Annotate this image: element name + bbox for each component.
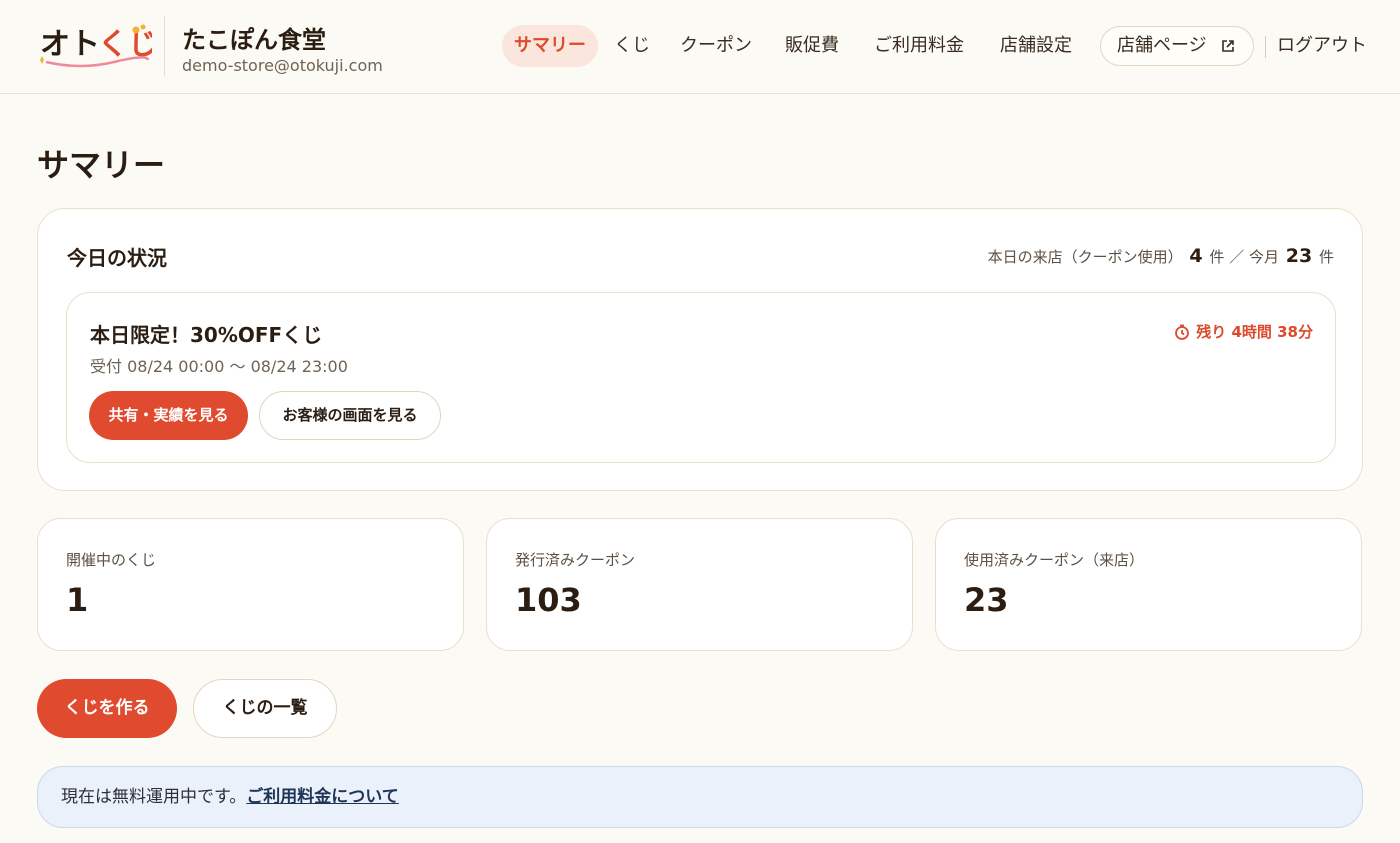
stat-label: 発行済みクーポン: [515, 551, 636, 569]
free-plan-notice: 現在は無料運用中です。ご利用料金について: [37, 766, 1363, 828]
nav-kuji[interactable]: くじ: [610, 25, 654, 67]
otokuji-logo[interactable]: オト くじ: [36, 20, 158, 72]
stat-value: 23: [964, 581, 1009, 619]
nav-summary[interactable]: サマリー: [502, 25, 598, 67]
share-results-button[interactable]: 共有・実績を見る: [89, 391, 248, 440]
today-status-card: 今日の状況 本日の来店（クーポン使用） 4 件 ／ 今月 23 件 本日限定！3…: [37, 208, 1363, 491]
notice-text: 現在は無料運用中です。: [61, 787, 247, 807]
nav-coupon[interactable]: クーポン: [670, 25, 762, 67]
nav-store-page-label: 店舗ページ: [1117, 35, 1207, 56]
lottery-name: 本日限定！30%OFFくじ: [90, 323, 323, 347]
create-lottery-button[interactable]: くじを作る: [37, 679, 177, 738]
today-count-unit: 件: [1209, 248, 1225, 266]
stat-card-active-lottery: 開催中のくじ 1: [37, 518, 464, 651]
lottery-period: 受付 08/24 00:00 〜 08/24 23:00: [90, 357, 348, 376]
external-link-icon: [1222, 40, 1234, 52]
stat-value: 1: [66, 581, 89, 619]
nav-separator: [1265, 36, 1266, 58]
clock-icon: [1175, 324, 1190, 340]
app-header: オト くじ たこぽん食堂 demo-store@otokuji.com サマリー…: [0, 0, 1400, 94]
month-visit-count: 23: [1285, 245, 1313, 267]
time-remaining-text: 残り 4時間 38分: [1196, 323, 1313, 341]
today-visit-stats: 本日の来店（クーポン使用） 4 件 ／ 今月 23 件: [988, 245, 1334, 267]
month-separator: ／ 今月: [1229, 248, 1279, 266]
fees-info-link[interactable]: ご利用料金について: [246, 787, 399, 807]
header-divider: [164, 16, 165, 76]
customer-view-button[interactable]: お客様の画面を見る: [259, 391, 441, 440]
store-email: demo-store@otokuji.com: [182, 56, 383, 75]
today-title: 今日の状況: [67, 246, 167, 270]
store-name: たこぽん食堂: [182, 26, 326, 54]
stat-label: 開催中のくじ: [66, 551, 157, 569]
lottery-list-button[interactable]: くじの一覧: [193, 679, 337, 738]
nav-logout[interactable]: ログアウト: [1276, 25, 1368, 67]
active-lottery-card: 本日限定！30%OFFくじ 受付 08/24 00:00 〜 08/24 23:…: [66, 292, 1336, 463]
today-stats-prefix: 本日の来店（クーポン使用）: [987, 248, 1183, 266]
stat-value: 103: [515, 581, 582, 619]
page-title: サマリー: [37, 146, 166, 184]
stat-label: 使用済みクーポン（来店）: [964, 551, 1145, 569]
stat-card-used-coupons: 使用済みクーポン（来店） 23: [935, 518, 1362, 651]
today-visit-count: 4: [1189, 245, 1203, 267]
svg-text:オト: オト: [40, 27, 100, 62]
time-remaining: 残り 4時間 38分: [1174, 321, 1313, 342]
nav-store-page-button[interactable]: 店舗ページ: [1100, 26, 1254, 66]
stat-card-issued-coupons: 発行済みクーポン 103: [486, 518, 913, 651]
month-count-unit: 件: [1318, 248, 1334, 266]
nav-fees[interactable]: ご利用料金: [864, 25, 974, 67]
nav-settings[interactable]: 店舗設定: [990, 25, 1082, 67]
nav-promo[interactable]: 販促費: [778, 25, 846, 67]
